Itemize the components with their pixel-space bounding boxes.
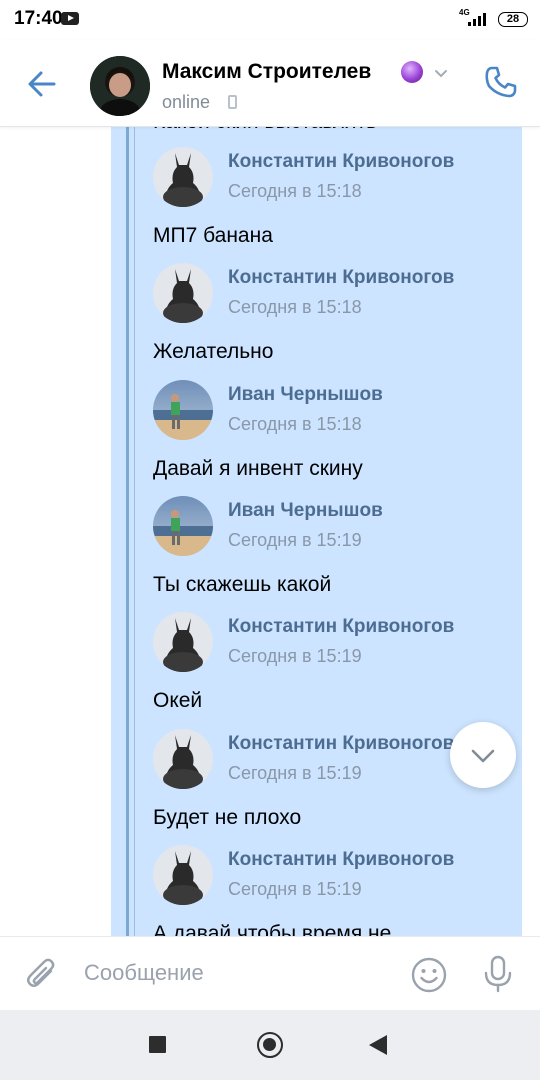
message-time: Сегодня в 15:18 xyxy=(228,181,362,201)
message-text: Давай я инвент скину xyxy=(153,456,363,480)
author-avatar[interactable] xyxy=(153,147,213,207)
message-text: А давай чтобы время не xyxy=(153,921,392,936)
message-time: Сегодня в 15:19 xyxy=(228,646,362,667)
youtube-notification-icon xyxy=(61,12,79,25)
message-input[interactable] xyxy=(84,953,384,993)
chevron-down-icon[interactable] xyxy=(434,66,448,80)
forwarded-message[interactable]: Иван Чернышов Сегодня в 15:18 Давай я инве… xyxy=(153,379,513,490)
forwarded-message[interactable]: Иван Чернышов Сегодня в 15:19 Ты скажешь к… xyxy=(153,495,513,606)
message-text-partial: Какой скин выставлять xyxy=(153,126,377,134)
system-navigation-bar xyxy=(0,1010,540,1080)
author-avatar[interactable] xyxy=(153,379,213,440)
message-time: Сегодня в 15:18 xyxy=(228,297,362,318)
forward-indicator-line xyxy=(126,126,129,936)
scroll-to-bottom-button[interactable] xyxy=(450,722,516,788)
forwarded-message[interactable]: Константин Кривоногов Сегодня в 15:19 А да… xyxy=(153,844,513,936)
phone-icon xyxy=(485,66,517,98)
forwarded-message[interactable]: Константин Кривоногов Сегодня в 15:18 Жела… xyxy=(153,263,513,373)
author-name[interactable]: Константин Кривоногов xyxy=(228,267,454,289)
recent-apps-button[interactable] xyxy=(149,1036,166,1053)
smile-icon xyxy=(411,957,447,993)
message-time: Сегодня в 15:19 xyxy=(228,878,362,899)
status-bar: 17:40 4G 28 xyxy=(0,0,540,40)
paperclip-icon xyxy=(27,958,55,987)
chat-header: Максим Строителев online xyxy=(0,40,540,127)
message-text: МП7 банана xyxy=(153,224,273,247)
message-text: Будет не плохо xyxy=(153,805,302,829)
contact-avatar[interactable] xyxy=(90,56,150,116)
microphone-icon xyxy=(484,955,512,993)
back-button[interactable] xyxy=(22,64,62,104)
message-feed[interactable]: Какой скин выставлять Константин Кривоно… xyxy=(0,126,540,936)
message-composer xyxy=(0,936,540,1011)
mobile-device-icon xyxy=(228,95,237,109)
author-avatar[interactable] xyxy=(153,844,213,905)
status-time: 17:40 xyxy=(14,8,63,29)
message-text: Окей xyxy=(153,689,203,713)
author-name[interactable]: Иван Чернышов xyxy=(228,384,383,406)
contact-status: online xyxy=(162,92,211,112)
crystal-ball-icon xyxy=(401,61,423,83)
battery-icon: 28 xyxy=(498,12,528,27)
forwarded-message[interactable]: Константин Кривоногов Сегодня в 15:18 МП7 … xyxy=(153,147,513,257)
home-button[interactable] xyxy=(257,1032,283,1058)
message-text: Ты скажешь какой xyxy=(153,572,332,596)
call-button[interactable] xyxy=(483,64,519,100)
forwarded-message[interactable]: Константин Кривоногов Сегодня в 15:19 Окей xyxy=(153,612,513,722)
author-name[interactable]: Константин Кривоногов xyxy=(228,151,454,173)
author-name[interactable]: Иван Чернышов xyxy=(228,500,383,522)
author-avatar[interactable] xyxy=(153,263,213,324)
message-text: Желательно xyxy=(153,340,274,364)
author-name[interactable]: Константин Кривоногов xyxy=(228,616,454,638)
author-name[interactable]: Константин Кривоногов xyxy=(228,849,454,871)
message-time: Сегодня в 15:18 xyxy=(228,413,362,434)
contact-name[interactable]: Максим Строителев xyxy=(162,60,371,84)
arrow-left-icon xyxy=(28,71,56,97)
voice-message-button[interactable] xyxy=(482,954,514,994)
author-avatar[interactable] xyxy=(153,728,213,789)
message-time: Сегодня в 15:19 xyxy=(228,529,362,550)
forward-indicator-line-inner xyxy=(134,126,135,936)
emoji-button[interactable] xyxy=(410,956,448,994)
signal-icon xyxy=(468,12,490,26)
system-back-button[interactable] xyxy=(369,1035,387,1055)
author-avatar[interactable] xyxy=(153,495,213,556)
author-avatar[interactable] xyxy=(153,612,213,673)
chevron-down-icon xyxy=(471,749,495,763)
message-time: Сегодня в 15:19 xyxy=(228,762,362,783)
attach-button[interactable] xyxy=(24,955,60,993)
author-name[interactable]: Константин Кривоногов xyxy=(228,733,454,755)
